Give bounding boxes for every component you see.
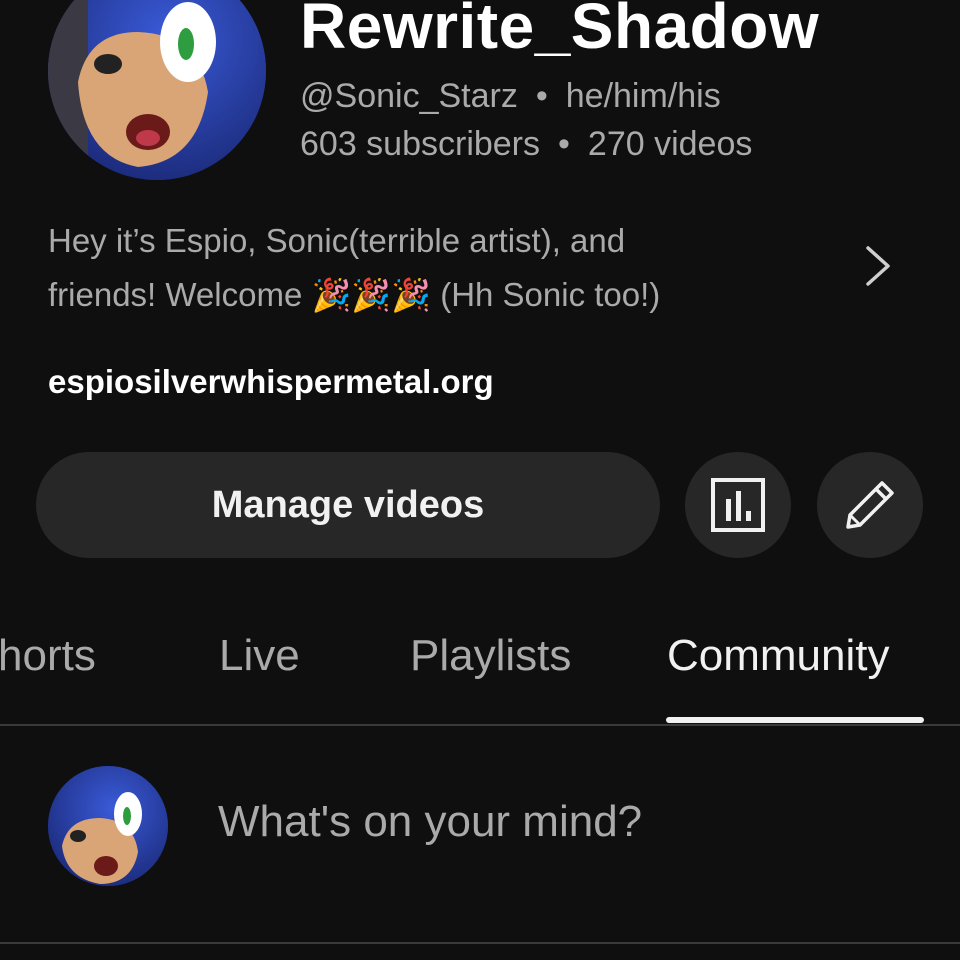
community-post-input[interactable]: What's on your mind? (218, 794, 642, 850)
separator-dot: • (535, 77, 548, 115)
channel-tabs: horts Live Playlists Community (0, 600, 960, 724)
description-line-1: Hey it’s Espio, Sonic(terrible artist), … (48, 222, 626, 259)
active-tab-indicator (666, 717, 924, 723)
composer-divider (0, 942, 960, 944)
tab-community[interactable]: Community (667, 628, 890, 684)
description-line-2: friends! Welcome 🎉🎉🎉 (Hh Sonic too!) (48, 268, 828, 322)
video-count: 270 videos (587, 125, 753, 163)
subscriber-count: 603 subscribers (300, 125, 541, 163)
description-text: friends! Welcome (48, 276, 303, 313)
avatar-image (48, 0, 266, 180)
separator-dot: • (558, 125, 570, 163)
channel-handle-line: @Sonic_Starz • he/him/his (300, 76, 721, 116)
channel-link[interactable]: espiosilverwhispermetal.org (48, 362, 494, 402)
description-text: (Hh Sonic too!) (440, 276, 661, 313)
pencil-icon (846, 481, 894, 529)
channel-description[interactable]: Hey it’s Espio, Sonic(terrible artist), … (48, 214, 828, 322)
tab-live[interactable]: Live (219, 628, 300, 684)
user-avatar (48, 766, 168, 886)
tabs-divider (0, 724, 960, 726)
manage-videos-button[interactable]: Manage videos (36, 452, 660, 558)
channel-name: Rewrite_Shadow (300, 0, 820, 62)
chevron-right-icon[interactable] (858, 244, 898, 288)
party-popper-emoji: 🎉🎉🎉 (311, 277, 432, 313)
analytics-icon (711, 478, 765, 532)
tab-shorts[interactable]: horts (0, 628, 96, 684)
analytics-button[interactable] (685, 452, 791, 558)
edit-channel-button[interactable] (817, 452, 923, 558)
tab-playlists[interactable]: Playlists (410, 628, 571, 684)
channel-stats-line: 603 subscribers • 270 videos (300, 124, 752, 164)
channel-handle: @Sonic_Starz (300, 77, 518, 115)
channel-avatar[interactable] (48, 0, 266, 180)
avatar-image (48, 766, 168, 886)
channel-pronouns: he/him/his (565, 77, 721, 115)
